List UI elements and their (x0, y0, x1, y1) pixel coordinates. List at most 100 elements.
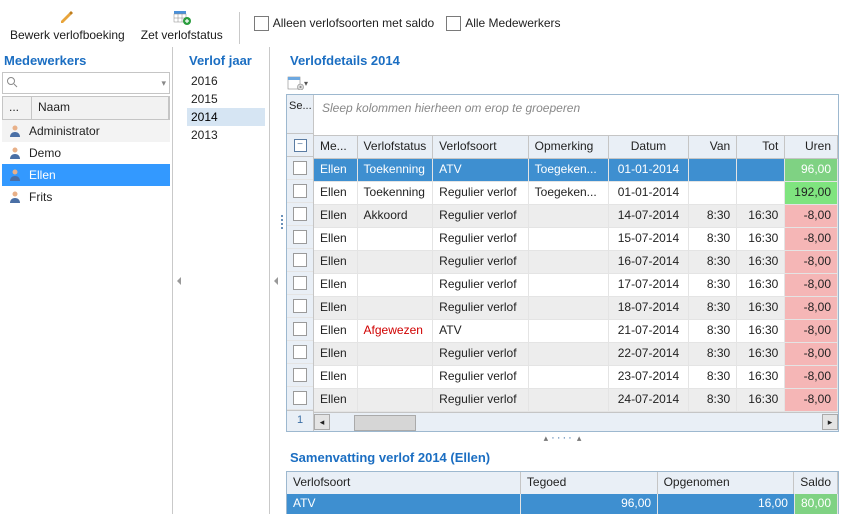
all-employees-label: Alle Medewerkers (465, 16, 560, 30)
set-status-button[interactable]: Zet verlofstatus (135, 2, 229, 44)
all-employees-checkbox[interactable]: Alle Medewerkers (442, 14, 564, 33)
col-verlofstatus[interactable]: Verlofstatus (358, 136, 434, 158)
row-checkbox-cell[interactable] (287, 341, 313, 364)
sum-col-tegoed[interactable]: Tegoed (521, 472, 658, 494)
table-row[interactable]: EllenRegulier verlof24-07-20148:3016:30-… (314, 389, 838, 412)
chevron-down-icon[interactable]: ▾ (158, 78, 169, 89)
row-checkbox[interactable] (293, 207, 307, 221)
scroll-left-button[interactable]: ◂ (314, 414, 330, 430)
grid-options-icon[interactable] (286, 74, 306, 92)
table-row[interactable]: EllenRegulier verlof18-07-20148:3016:30-… (314, 297, 838, 320)
splitter-vertical-2[interactable] (270, 47, 282, 514)
row-checkbox[interactable] (293, 230, 307, 244)
row-checkbox[interactable] (293, 161, 307, 175)
search-header-cell[interactable]: Se... (287, 95, 313, 134)
grid-page-indicator[interactable]: 1 (287, 410, 313, 429)
cell-opmerking (529, 366, 609, 388)
row-checkbox[interactable] (293, 322, 307, 336)
cell-van: 8:30 (689, 274, 737, 296)
year-item[interactable]: 2016 (187, 72, 265, 90)
cell-uren: -8,00 (785, 228, 838, 250)
cell-medewerker: Ellen (314, 297, 358, 319)
row-checkbox-cell[interactable] (287, 203, 313, 226)
employee-row[interactable]: Ellen (2, 164, 170, 186)
row-checkbox[interactable] (293, 253, 307, 267)
scrollbar-thumb[interactable] (354, 415, 416, 431)
table-row[interactable]: EllenRegulier verlof22-07-20148:3016:30-… (314, 343, 838, 366)
table-row[interactable]: EllenToekenningRegulier verlofToegeken..… (314, 182, 838, 205)
table-row[interactable]: EllenAfgewezenATV21-07-20148:3016:30-8,0… (314, 320, 838, 343)
table-row[interactable]: EllenRegulier verlof23-07-20148:3016:30-… (314, 366, 838, 389)
row-checkbox[interactable] (293, 368, 307, 382)
edit-booking-button[interactable]: Bewerk verlofboeking (4, 2, 131, 44)
row-checkbox-cell[interactable] (287, 272, 313, 295)
row-checkbox[interactable] (293, 276, 307, 290)
row-checkbox-cell[interactable] (287, 318, 313, 341)
cell-datum: 15-07-2014 (609, 228, 689, 250)
employee-search-wrap: ▾ (2, 72, 170, 94)
cell-uren: -8,00 (785, 320, 838, 342)
table-row[interactable]: EllenRegulier verlof15-07-20148:3016:30-… (314, 228, 838, 251)
row-checkbox-cell[interactable] (287, 226, 313, 249)
chevron-down-icon[interactable]: ▾ (304, 79, 308, 88)
table-row[interactable]: EllenRegulier verlof16-07-20148:3016:30-… (314, 251, 838, 274)
table-row[interactable]: EllenRegulier verlof17-07-20148:3016:30-… (314, 274, 838, 297)
col-van[interactable]: Van (689, 136, 737, 158)
splitter-horizontal[interactable]: ▴ ···· ▴ (286, 432, 839, 444)
cell-verlofstatus (358, 297, 434, 319)
employees-panel: Medewerkers ▾ ... Naam AdministratorDemo… (0, 47, 173, 514)
col-datum[interactable]: Datum (609, 136, 689, 158)
col-verlofsoort[interactable]: Verlofsoort (433, 136, 528, 158)
expand-all-toggle[interactable]: − (287, 134, 313, 157)
row-checkbox-cell[interactable] (287, 249, 313, 272)
employee-row[interactable]: Demo (2, 142, 170, 164)
row-checkbox-cell[interactable] (287, 157, 313, 180)
scroll-right-button[interactable]: ▸ (822, 414, 838, 430)
col-tot[interactable]: Tot (737, 136, 785, 158)
only-balance-checkbox[interactable]: Alleen verlofsoorten met saldo (250, 14, 438, 33)
row-checkbox-cell[interactable] (287, 364, 313, 387)
col-opmerking[interactable]: Opmerking (529, 136, 609, 158)
row-checkbox[interactable] (293, 299, 307, 313)
row-checkbox-cell[interactable] (287, 295, 313, 318)
row-checkbox-cell[interactable] (287, 387, 313, 410)
row-checkbox[interactable] (293, 184, 307, 198)
employee-header-icon-col[interactable]: ... (3, 97, 32, 119)
cell-van: 8:30 (689, 366, 737, 388)
cell-opmerking (529, 297, 609, 319)
col-uren[interactable]: Uren (785, 136, 838, 158)
cell-uren: -8,00 (785, 343, 838, 365)
employee-name: Ellen (27, 168, 56, 182)
row-checkbox-cell[interactable] (287, 180, 313, 203)
cell-van (689, 159, 737, 181)
employee-header-name[interactable]: Naam (32, 97, 169, 119)
row-checkbox[interactable] (293, 391, 307, 405)
employee-row[interactable]: Administrator (2, 120, 170, 142)
sum-col-opgenomen[interactable]: Opgenomen (658, 472, 795, 494)
year-item[interactable]: 2013 (187, 126, 265, 144)
cell-opmerking (529, 320, 609, 342)
cell-uren: -8,00 (785, 297, 838, 319)
year-item[interactable]: 2015 (187, 90, 265, 108)
cell-van: 8:30 (689, 228, 737, 250)
cell-uren: 192,00 (785, 182, 838, 204)
year-item[interactable]: 2014 (187, 108, 265, 126)
splitter-dots-icon: ···· (551, 432, 574, 444)
cell-datum: 01-01-2014 (609, 182, 689, 204)
sum-col-saldo[interactable]: Saldo (794, 472, 838, 494)
col-medewerker[interactable]: Me... (314, 136, 358, 158)
table-row[interactable]: EllenToekenningATVToegeken...01-01-20149… (314, 159, 838, 182)
cell-opmerking (529, 389, 609, 411)
employee-row[interactable]: Frits (2, 186, 170, 208)
table-row[interactable]: EllenAkkoordRegulier verlof14-07-20148:3… (314, 205, 838, 228)
row-checkbox[interactable] (293, 345, 307, 359)
row-drag-handle[interactable] (279, 215, 285, 229)
cell-van: 8:30 (689, 320, 737, 342)
horizontal-scrollbar[interactable] (332, 415, 822, 429)
group-by-area[interactable]: Sleep kolommen hierheen om erop te groep… (314, 95, 838, 136)
splitter-vertical-1[interactable] (173, 47, 185, 514)
toolbar: Bewerk verlofboeking Zet verlofstatus Al… (0, 0, 843, 47)
employee-search-input[interactable] (3, 74, 158, 92)
sum-col-verlofsoort[interactable]: Verlofsoort (287, 472, 521, 494)
summary-row[interactable]: ATV96,0016,0080,00 (287, 494, 838, 514)
